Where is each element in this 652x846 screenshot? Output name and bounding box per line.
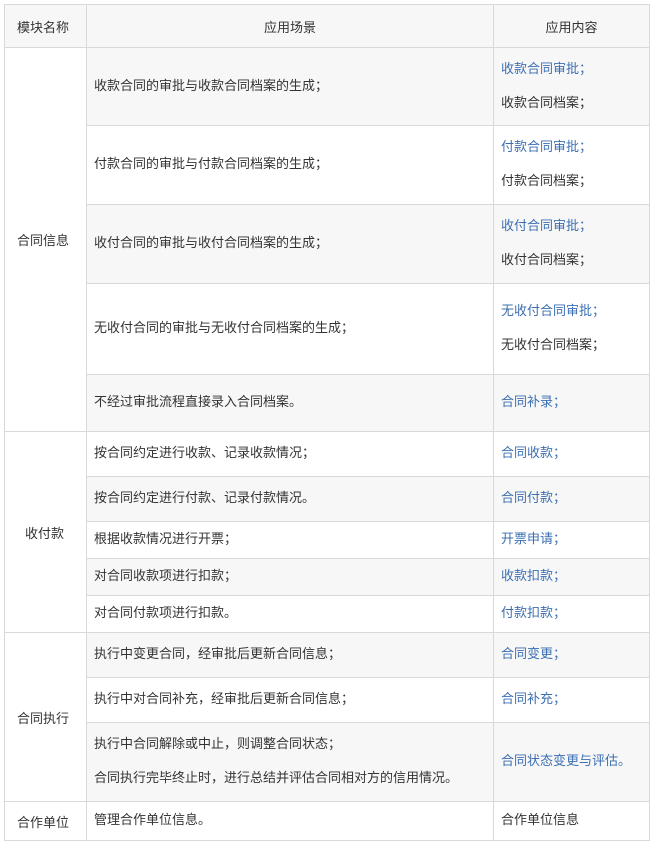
header-module-name: 模块名称 (4, 4, 87, 48)
scene-cell: 按合同约定进行付款、记录付款情况。 (86, 476, 494, 522)
scene-text: 不经过审批流程直接录入合同档案。 (94, 395, 303, 410)
header-content: 应用内容 (493, 4, 650, 48)
content-text: 合作单位信息 (501, 813, 580, 828)
content-cell: 合同状态变更与评估。 (493, 722, 650, 802)
scene-text: 付款合同的审批与付款合同档案的生成； (94, 157, 329, 172)
table-row: 执行中合同解除或中止，则调整合同状态； 合同执行完毕终止时，进行总结并评估合同相… (5, 722, 650, 802)
scene-cell: 无收付合同的审批与无收付合同档案的生成； (86, 283, 494, 375)
content-link[interactable]: 付款合同审批； (501, 138, 641, 158)
content-link[interactable]: 合同补录； (501, 393, 641, 413)
page: 模块名称 应用场景 应用内容 合同信息 收款合同的审批与收款合同档案的生成； 收… (0, 0, 652, 846)
table-row: 不经过审批流程直接录入合同档案。 合同补录； (5, 374, 650, 432)
table-row: 合同执行 执行中变更合同，经审批后更新合同信息； 合同变更； (4, 632, 650, 802)
content-link[interactable]: 合同付款； (501, 489, 641, 509)
content-link[interactable]: 收付合同审批； (501, 217, 641, 237)
content-cell: 合同变更； (493, 632, 650, 678)
content-cell: 付款扣款； (493, 595, 650, 633)
content-link[interactable]: 合同状态变更与评估。 (501, 752, 641, 772)
module-table: 模块名称 应用场景 应用内容 合同信息 收款合同的审批与收款合同档案的生成； 收… (4, 4, 650, 841)
content-cell: 开票申请； (493, 521, 650, 559)
table-row: 根据收款情况进行开票； 开票申请； (5, 521, 650, 559)
module-partner: 合作单位 (4, 801, 87, 841)
scene-cell: 执行中合同解除或中止，则调整合同状态； 合同执行完毕终止时，进行总结并评估合同相… (86, 722, 494, 802)
content-cell: 无收付合同审批； 无收付合同档案； (493, 283, 650, 375)
module-payments: 收付款 (4, 431, 87, 633)
table-row: 无收付合同的审批与无收付合同档案的生成； 无收付合同审批； 无收付合同档案； (5, 283, 650, 375)
scene-cell: 按合同约定进行收款、记录收款情况； (86, 431, 494, 477)
scene-text: 按合同约定进行收款、记录收款情况； (94, 446, 316, 461)
content-link[interactable]: 付款扣款； (501, 604, 641, 624)
scene-cell: 收付合同的审批与收付合同档案的生成； (86, 204, 494, 284)
content-link[interactable]: 无收付合同审批； (501, 302, 641, 322)
scene-cell: 执行中对合同补充，经审批后更新合同信息； (86, 677, 494, 723)
table-row: 收付款 按合同约定进行收款、记录收款情况； 合同收款； (4, 431, 650, 633)
scene-text: 无收付合同的审批与无收付合同档案的生成； (94, 321, 355, 336)
content-text: 无收付合同档案； (501, 338, 606, 353)
table-row: 合同信息 收款合同的审批与收款合同档案的生成； 收款合同审批； 收款合同档案； (4, 47, 650, 432)
module-contract-info: 合同信息 (4, 47, 87, 432)
table-row: 对合同收款项进行扣款； 收款扣款； (5, 558, 650, 596)
table-row: 收付合同的审批与收付合同档案的生成； 收付合同审批； 收付合同档案； (5, 204, 650, 284)
table-row: 执行中对合同补充，经审批后更新合同信息； 合同补充； (5, 677, 650, 723)
content-link[interactable]: 合同收款； (501, 444, 641, 464)
scene-text: 根据收款情况进行开票； (94, 532, 238, 547)
scene-cell: 付款合同的审批与付款合同档案的生成； (86, 125, 494, 205)
scene-cell: 收款合同的审批与收款合同档案的生成； (86, 47, 494, 126)
content-cell: 合同付款； (493, 476, 650, 522)
content-cell: 合同补充； (493, 677, 650, 723)
table-row: 按合同约定进行付款、记录付款情况。 合同付款； (5, 476, 650, 522)
scene-cell: 执行中变更合同，经审批后更新合同信息； (86, 632, 494, 678)
scene-text: 管理合作单位信息。 (94, 813, 212, 828)
scene-text: 收付合同的审批与收付合同档案的生成； (94, 236, 329, 251)
content-link[interactable]: 合同补充； (501, 690, 641, 710)
scene-cell: 对合同付款项进行扣款。 (86, 595, 494, 633)
table-row: 对合同付款项进行扣款。 付款扣款； (5, 595, 650, 633)
scene-text: 执行中对合同补充，经审批后更新合同信息； (94, 692, 355, 707)
content-cell: 收款合同审批； 收款合同档案； (493, 47, 650, 126)
scene-cell: 对合同收款项进行扣款； (86, 558, 494, 596)
scene-text: 合同执行完毕终止时，进行总结并评估合同相对方的信用情况。 (94, 771, 459, 786)
content-text: 收款合同档案； (501, 95, 593, 111)
content-cell: 收款扣款； (493, 558, 650, 596)
content-link[interactable]: 收款合同审批； (501, 60, 641, 80)
table-header-row: 模块名称 应用场景 应用内容 (4, 4, 650, 48)
content-text: 收付合同档案； (501, 253, 593, 268)
content-cell: 合作单位信息 (493, 801, 650, 841)
scene-text: 执行中变更合同，经审批后更新合同信息； (94, 647, 342, 662)
scene-text: 对合同付款项进行扣款。 (94, 606, 238, 621)
scene-cell: 根据收款情况进行开票； (86, 521, 494, 559)
scene-text: 按合同约定进行付款、记录付款情况。 (94, 491, 316, 506)
scene-text: 收款合同的审批与收款合同档案的生成； (94, 78, 329, 94)
content-link[interactable]: 开票申请； (501, 530, 641, 550)
content-cell: 付款合同审批； 付款合同档案； (493, 125, 650, 205)
scene-cell: 不经过审批流程直接录入合同档案。 (86, 374, 494, 432)
header-scenario: 应用场景 (86, 4, 494, 48)
table-row: 合作单位 管理合作单位信息。 合作单位信息 (4, 801, 650, 841)
table-row: 付款合同的审批与付款合同档案的生成； 付款合同审批； 付款合同档案； (5, 125, 650, 205)
content-text: 付款合同档案； (501, 174, 593, 189)
content-cell: 合同收款； (493, 431, 650, 477)
content-cell: 收付合同审批； 收付合同档案； (493, 204, 650, 284)
scene-cell: 管理合作单位信息。 (86, 801, 494, 841)
scene-text: 执行中合同解除或中止，则调整合同状态； (94, 737, 342, 752)
content-link[interactable]: 合同变更； (501, 645, 641, 665)
scene-text: 对合同收款项进行扣款； (94, 569, 238, 584)
content-link[interactable]: 收款扣款； (501, 567, 641, 587)
content-cell: 合同补录； (493, 374, 650, 432)
module-execution: 合同执行 (4, 632, 87, 802)
